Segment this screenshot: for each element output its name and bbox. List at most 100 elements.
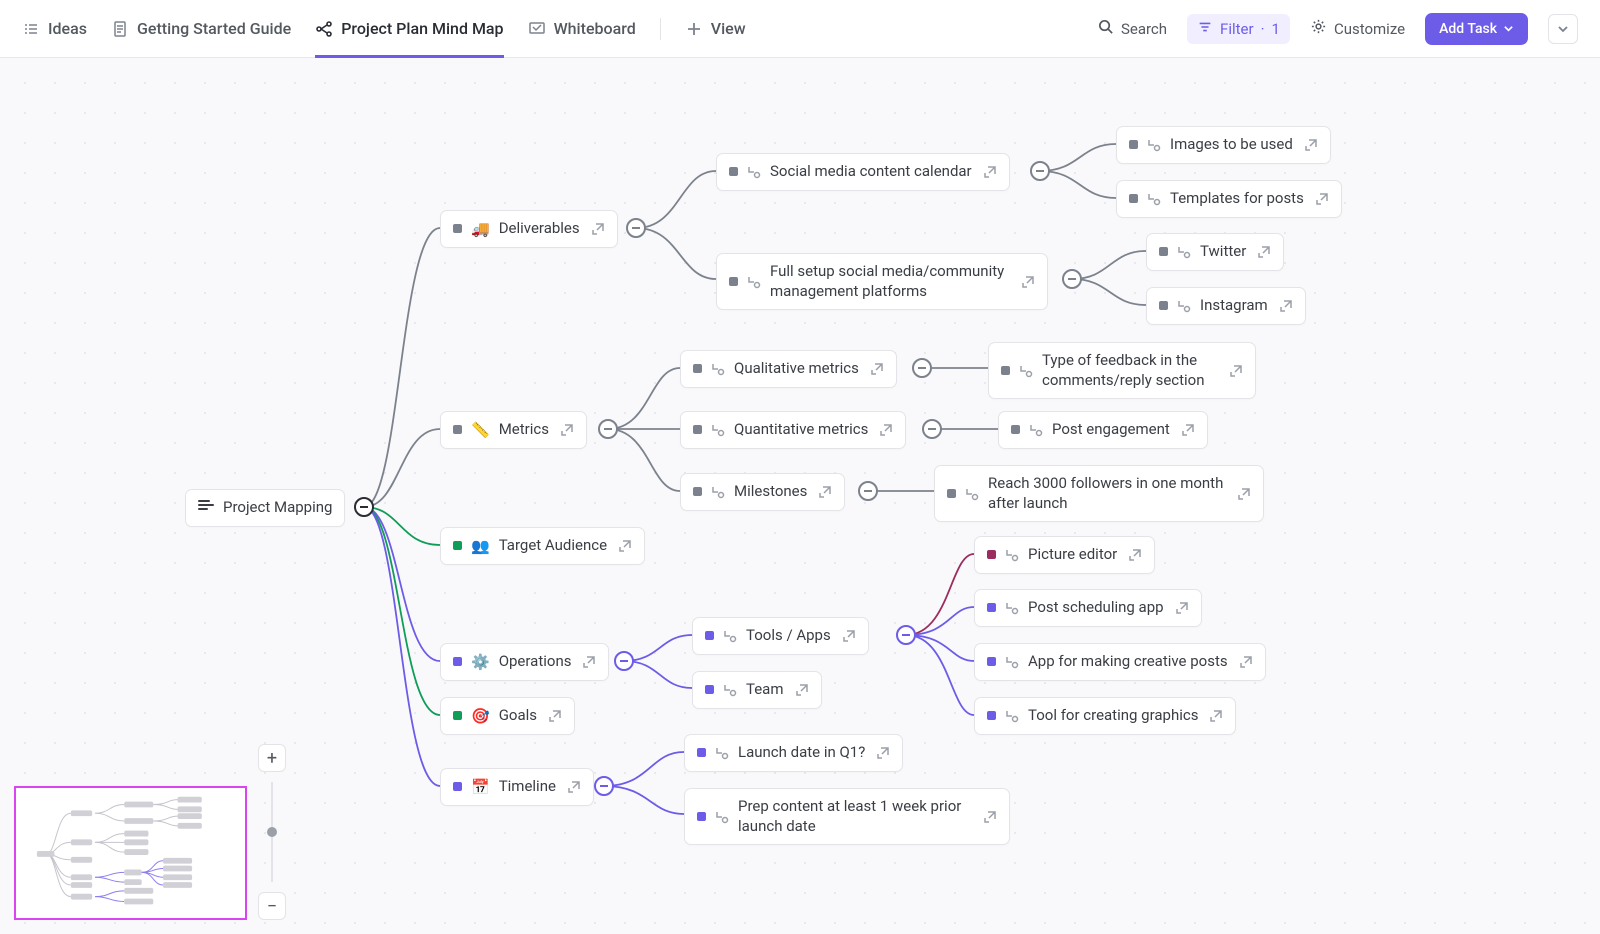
- node-label: Post scheduling app: [1028, 598, 1164, 618]
- node-qualitative[interactable]: Qualitative metrics: [680, 350, 897, 388]
- expand-icon: [1181, 423, 1195, 437]
- node-scheduling[interactable]: Post scheduling app: [974, 589, 1202, 627]
- filter-button[interactable]: Filter · 1: [1187, 14, 1290, 44]
- expand-icon: [560, 423, 574, 437]
- subtask-icon: [715, 746, 729, 760]
- emoji-icon: 🚚: [471, 220, 490, 238]
- tab-mindmap[interactable]: Project Plan Mind Map: [315, 0, 503, 58]
- zoom-handle[interactable]: [267, 827, 277, 837]
- status-square: [693, 364, 702, 373]
- tab-whiteboard[interactable]: Whiteboard: [528, 0, 636, 58]
- node-metrics[interactable]: 📏 Metrics: [440, 411, 587, 449]
- gear-icon: [1310, 18, 1327, 39]
- node-team[interactable]: Team: [692, 671, 822, 709]
- subtask-icon: [1005, 601, 1019, 615]
- search-button[interactable]: Search: [1097, 18, 1167, 39]
- node-feedback[interactable]: Type of feedback in the comments/reply s…: [988, 342, 1256, 399]
- subtask-icon: [1005, 655, 1019, 669]
- zoom-control: + −: [258, 744, 286, 920]
- status-square: [987, 603, 996, 612]
- toggle-timeline[interactable]: [594, 776, 614, 796]
- node-milestones[interactable]: Milestones: [680, 473, 845, 511]
- node-tools[interactable]: Tools / Apps: [692, 617, 869, 655]
- node-label: Target Audience: [499, 536, 607, 556]
- filter-count: 1: [1272, 20, 1280, 38]
- toggle-quantitative[interactable]: [922, 419, 942, 439]
- node-quantitative[interactable]: Quantitative metrics: [680, 411, 906, 449]
- emoji-icon: 👥: [471, 537, 490, 555]
- node-engagement[interactable]: Post engagement: [998, 411, 1208, 449]
- toggle-root[interactable]: [354, 497, 374, 517]
- expand-icon: [1229, 364, 1243, 378]
- customize-label: Customize: [1334, 20, 1405, 38]
- subtask-icon: [723, 629, 737, 643]
- node-label: Goals: [499, 706, 537, 726]
- node-images[interactable]: Images to be used: [1116, 126, 1331, 164]
- expand-icon: [983, 810, 997, 824]
- zoom-out-button[interactable]: −: [258, 892, 286, 920]
- toggle-milestones[interactable]: [858, 481, 878, 501]
- expand-icon: [591, 222, 605, 236]
- node-reach3000[interactable]: Reach 3000 followers in one month after …: [934, 465, 1264, 522]
- tab-guide[interactable]: Getting Started Guide: [111, 0, 291, 58]
- zoom-track[interactable]: [271, 782, 273, 882]
- toggle-qualitative[interactable]: [912, 358, 932, 378]
- node-timeline[interactable]: 📅 Timeline: [440, 768, 594, 806]
- zoom-in-button[interactable]: +: [258, 744, 286, 772]
- status-square: [1129, 140, 1138, 149]
- toggle-operations[interactable]: [614, 651, 634, 671]
- node-root[interactable]: Project Mapping: [185, 489, 345, 527]
- add-task-button[interactable]: Add Task: [1425, 13, 1528, 45]
- status-square: [729, 167, 738, 176]
- expand-icon: [1239, 655, 1253, 669]
- plus-icon: [685, 20, 703, 38]
- node-prep[interactable]: Prep content at least 1 week prior launc…: [684, 788, 1010, 845]
- expand-icon: [1279, 299, 1293, 313]
- status-square: [1001, 366, 1010, 375]
- node-picture-editor[interactable]: Picture editor: [974, 536, 1155, 574]
- node-twitter[interactable]: Twitter: [1146, 233, 1284, 271]
- tab-label: View: [711, 19, 746, 38]
- node-calendar[interactable]: Social media content calendar: [716, 153, 1010, 191]
- expand-icon: [1315, 192, 1329, 206]
- toggle-metrics[interactable]: [598, 419, 618, 439]
- expand-icon: [548, 709, 562, 723]
- minimap[interactable]: [14, 786, 247, 920]
- mindmap-canvas[interactable]: Project Mapping 🚚 Deliverables Social me…: [0, 58, 1600, 934]
- tab-add-view[interactable]: View: [685, 0, 746, 58]
- node-graphics[interactable]: Tool for creating graphics: [974, 697, 1236, 735]
- status-square: [1011, 425, 1020, 434]
- tab-label: Project Plan Mind Map: [341, 19, 503, 38]
- toolbar-right: Search Filter · 1 Customize Add Task: [1097, 13, 1578, 45]
- status-square: [453, 657, 462, 666]
- subtask-icon: [747, 275, 761, 289]
- tab-label: Ideas: [48, 19, 87, 38]
- customize-button[interactable]: Customize: [1310, 18, 1405, 39]
- toggle-deliverables[interactable]: [626, 218, 646, 238]
- node-templates[interactable]: Templates for posts: [1116, 180, 1342, 218]
- subtask-icon: [1147, 192, 1161, 206]
- more-button[interactable]: [1548, 14, 1578, 44]
- whiteboard-icon: [528, 20, 546, 38]
- toggle-calendar[interactable]: [1030, 161, 1050, 181]
- node-audience[interactable]: 👥 Target Audience: [440, 527, 645, 565]
- node-label: Timeline: [499, 777, 556, 797]
- toggle-fullsetup[interactable]: [1062, 269, 1082, 289]
- node-label: Instagram: [1200, 296, 1268, 316]
- node-launch[interactable]: Launch date in Q1?: [684, 734, 903, 772]
- node-operations[interactable]: ⚙️ Operations: [440, 643, 609, 681]
- status-square: [1159, 301, 1168, 310]
- node-label: Launch date in Q1?: [738, 743, 865, 763]
- tab-ideas[interactable]: Ideas: [22, 0, 87, 58]
- node-goals[interactable]: 🎯 Goals: [440, 697, 575, 735]
- status-square: [1129, 194, 1138, 203]
- node-label: Twitter: [1200, 242, 1246, 262]
- node-label: Metrics: [499, 420, 549, 440]
- node-label: Milestones: [734, 482, 807, 502]
- divider: [660, 18, 661, 40]
- node-instagram[interactable]: Instagram: [1146, 287, 1306, 325]
- toggle-tools[interactable]: [896, 625, 916, 645]
- node-fullsetup[interactable]: Full setup social media/community manage…: [716, 253, 1048, 310]
- node-creative[interactable]: App for making creative posts: [974, 643, 1266, 681]
- node-deliverables[interactable]: 🚚 Deliverables: [440, 210, 618, 248]
